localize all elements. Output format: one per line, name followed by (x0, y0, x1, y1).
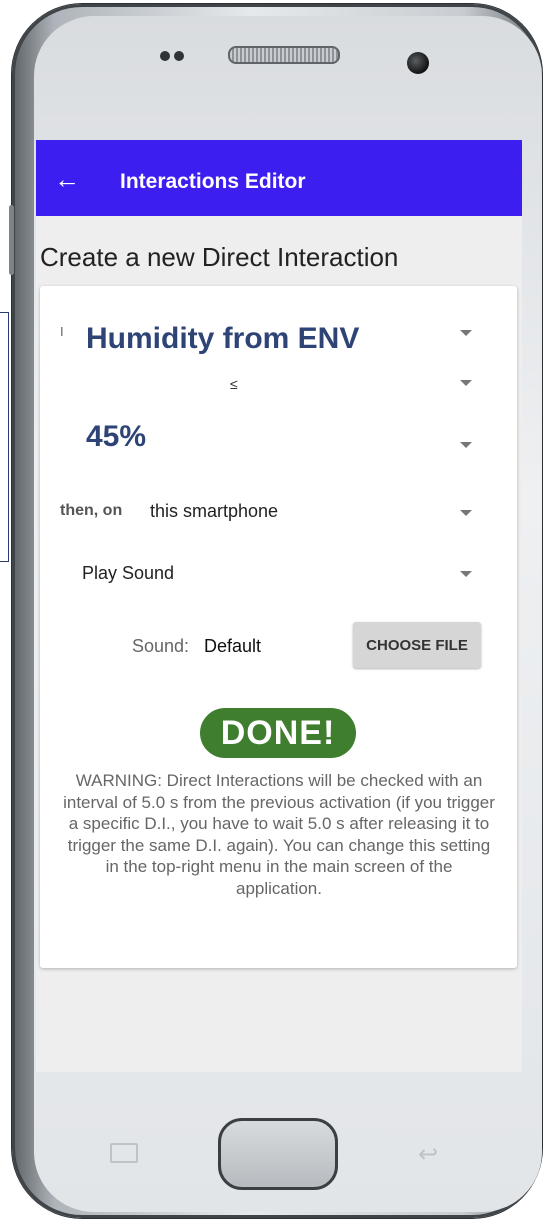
phone-screen: ← Interactions Editor Create a new Direc… (36, 140, 522, 1072)
dropdown-arrow-icon[interactable] (460, 380, 472, 386)
comparator-select[interactable]: ≤ (230, 376, 238, 392)
done-button[interactable]: DONE! (200, 708, 356, 758)
threshold-value-select[interactable]: 45% (86, 420, 146, 454)
action-select[interactable]: Play Sound (82, 563, 174, 584)
interaction-form-card: I Humidity from ENV ≤ 45% then, on this … (40, 286, 517, 968)
app-bar-title: Interactions Editor (120, 170, 306, 193)
page-title: Create a new Direct Interaction (40, 242, 399, 272)
sensor-select[interactable]: Humidity from ENV (86, 322, 359, 356)
sound-label: Sound: (132, 636, 190, 656)
front-camera (407, 52, 429, 74)
dropdown-arrow-icon[interactable] (460, 330, 472, 336)
sound-value: Default (204, 636, 262, 656)
home-button[interactable] (218, 1118, 338, 1190)
annotation-box (0, 312, 9, 562)
choose-file-button[interactable]: CHOOSE FILE (353, 622, 481, 668)
earpiece-speaker (228, 46, 340, 64)
dropdown-arrow-icon[interactable] (460, 510, 472, 516)
dropdown-arrow-icon[interactable] (460, 442, 472, 448)
device-select[interactable]: this smartphone (150, 501, 278, 522)
arrow-back-icon[interactable]: ← (54, 166, 80, 192)
sensor-prefix: I (60, 324, 64, 339)
warning-text: WARNING: Direct Interactions will be che… (63, 771, 495, 898)
sensor-dots (160, 48, 188, 66)
dropdown-arrow-icon[interactable] (460, 571, 472, 577)
app-bar: ← Interactions Editor (36, 140, 522, 216)
recent-apps-icon[interactable] (110, 1143, 138, 1163)
volume-button (9, 205, 14, 275)
then-on-label: then, on (60, 502, 123, 519)
back-key-icon[interactable]: ↩ (418, 1140, 438, 1169)
